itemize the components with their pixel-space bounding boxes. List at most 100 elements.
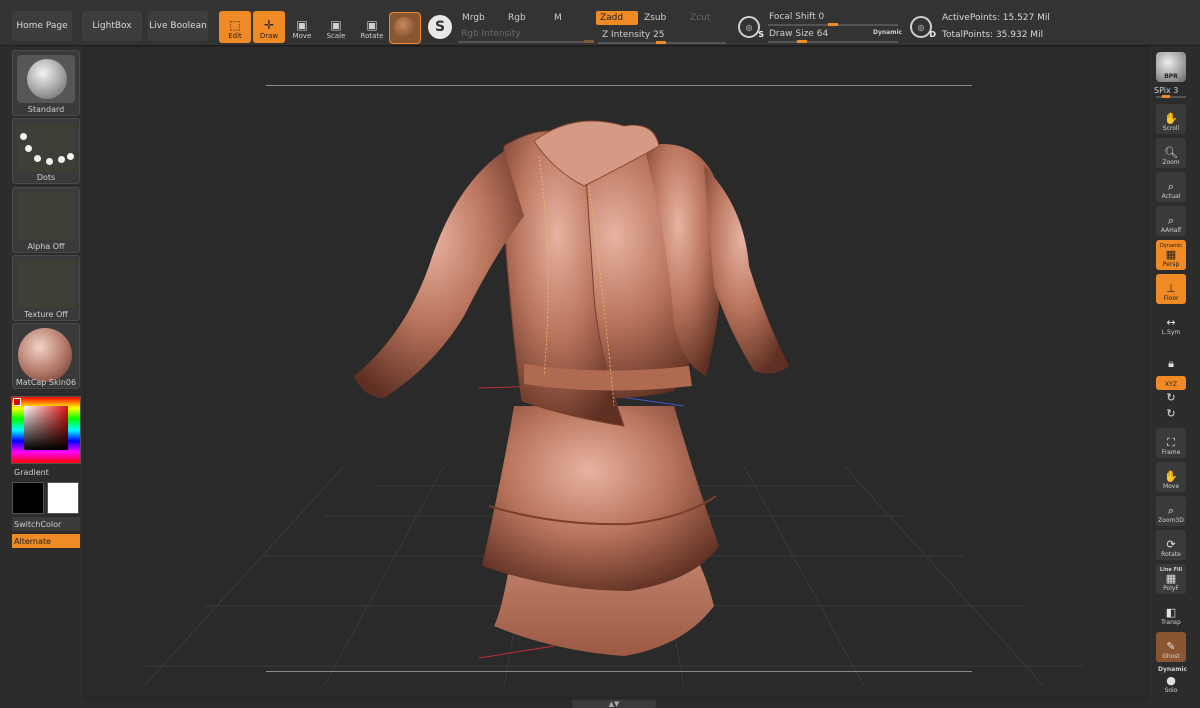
dynamic-toggle[interactable]: Dynamic xyxy=(873,29,902,36)
texture-label: Texture Off xyxy=(24,310,68,319)
move-button[interactable]: ▣ Move xyxy=(286,11,318,43)
material-sphere-icon xyxy=(394,17,416,39)
texture-thumb[interactable]: Texture Off xyxy=(12,255,80,321)
skirt-upper xyxy=(482,406,719,591)
lsym-button[interactable]: ↔ L.Sym xyxy=(1156,308,1186,338)
rotate-icon: ▣ xyxy=(366,18,378,32)
s-focal-icon[interactable]: ◎ S xyxy=(738,16,764,39)
spix-text: SPix xyxy=(1154,86,1171,95)
material-preview-button[interactable] xyxy=(389,12,421,44)
persp-label: Persp xyxy=(1162,261,1180,268)
rgb-intensity-knob[interactable] xyxy=(584,40,594,43)
stroke-thumb[interactable]: Dots xyxy=(12,118,80,184)
matcap-sphere-icon xyxy=(17,328,75,382)
live-boolean-button[interactable]: Live Boolean xyxy=(148,11,208,41)
transp-button[interactable]: ◧ Transp xyxy=(1156,598,1186,628)
gradient-toggle[interactable]: Gradient xyxy=(12,465,80,479)
spix-slider[interactable] xyxy=(1156,96,1186,98)
draw-size-slider[interactable] xyxy=(768,41,898,43)
d-brush-icon[interactable]: ◎ D xyxy=(910,16,936,39)
persp-button[interactable]: Dynamic ▦ Persp xyxy=(1156,240,1186,270)
lightbox-button[interactable]: LightBox xyxy=(82,11,142,41)
solo-button[interactable]: ● Solo xyxy=(1156,674,1186,696)
zadd-toggle[interactable]: Zadd xyxy=(596,11,638,25)
viewport-scene xyxy=(143,120,1084,687)
active-points: ActivePoints: 15.527 Mil xyxy=(942,13,1050,23)
move-hand-icon: ✋ xyxy=(1164,470,1178,483)
floor-button[interactable]: ⊥ Floor xyxy=(1156,274,1186,304)
rotate-view-icon: ⟳ xyxy=(1166,538,1176,551)
material-label: MatCap Skin06 xyxy=(15,378,77,387)
stroke-type-icon[interactable]: S xyxy=(428,15,452,39)
main-color-swatch[interactable] xyxy=(12,482,44,514)
spix-knob[interactable] xyxy=(1162,95,1170,98)
actual-label: Actual xyxy=(1161,193,1181,200)
lsym-label: L.Sym xyxy=(1161,329,1181,336)
left-shelf: Standard Dots Alpha Off Texture Off MatC… xyxy=(0,46,84,708)
polyf-button[interactable]: Line Fill ▦ PolyF xyxy=(1156,564,1186,594)
frame-button[interactable]: ⛶ Frame xyxy=(1156,428,1186,458)
top-toolbar: Home Page LightBox Live Boolean ⬚ Edit ✛… xyxy=(0,0,1200,46)
rgb-intensity-label: Rgb Intensity xyxy=(461,29,521,39)
aahalf-magnifier-icon: ⌕ xyxy=(1167,214,1175,227)
rotate-view-label: Rotate xyxy=(1161,551,1181,558)
secondary-color-swatch[interactable] xyxy=(47,482,79,514)
rotate-view-button[interactable]: ⟳ Rotate xyxy=(1156,530,1186,560)
home-page-button[interactable]: Home Page xyxy=(12,11,72,41)
ghost-button[interactable]: ✎ Ghost xyxy=(1156,632,1186,662)
rotate-label: Rotate xyxy=(360,32,384,40)
rotate-button[interactable]: ▣ Rotate xyxy=(356,11,388,43)
rotate-y-button[interactable]: ↻ xyxy=(1156,392,1186,406)
move-view-label: Move xyxy=(1162,483,1180,490)
zcut-toggle[interactable]: Zcut xyxy=(686,11,726,25)
rgb-intensity-slider[interactable] xyxy=(458,41,594,43)
spix-label: SPix 3 xyxy=(1154,86,1178,95)
z-intensity-value: 25 xyxy=(653,30,665,40)
color-picker[interactable] xyxy=(11,396,81,464)
spix-value: 3 xyxy=(1173,86,1179,95)
solo-icon: ● xyxy=(1166,674,1176,687)
rotate-z-button[interactable]: ↻ xyxy=(1156,408,1186,422)
stroke-label: Dots xyxy=(36,173,56,182)
zoom-button[interactable]: 🔍︎ Zoom xyxy=(1156,138,1186,168)
alpha-thumb[interactable]: Alpha Off xyxy=(12,187,80,253)
aahalf-button[interactable]: ⌕ AAHalf xyxy=(1156,206,1186,236)
rgb-toggle[interactable]: Rgb xyxy=(504,11,550,25)
move-icon: ▣ xyxy=(296,18,308,32)
bpr-label: BPR xyxy=(1164,73,1178,80)
alpha-label: Alpha Off xyxy=(27,242,65,251)
viewport-canvas[interactable] xyxy=(84,46,1148,698)
zoom3d-button[interactable]: ⌕ Zoom3D xyxy=(1156,496,1186,526)
frame-icon: ⛶ xyxy=(1167,436,1175,449)
scroll-button[interactable]: ✋ Scroll xyxy=(1156,104,1186,134)
solo-dynamic-label: Dynamic xyxy=(1158,666,1188,673)
lock-button[interactable]: 🔒︎ xyxy=(1156,342,1186,372)
z-intensity-knob[interactable] xyxy=(656,41,666,44)
brush-thumb[interactable]: Standard xyxy=(12,50,80,116)
sleeve-right xyxy=(704,166,789,374)
focal-shift-knob[interactable] xyxy=(828,23,838,26)
xyz-button[interactable]: XYZ xyxy=(1156,376,1186,390)
color-picker-square[interactable] xyxy=(24,406,68,450)
material-thumb[interactable]: MatCap Skin06 xyxy=(12,323,80,389)
draw-button[interactable]: ✛ Draw xyxy=(253,11,285,43)
switchcolor-button[interactable]: SwitchColor xyxy=(12,517,80,531)
alternate-button[interactable]: Alternate xyxy=(12,534,80,548)
move-view-button[interactable]: ✋ Move xyxy=(1156,462,1186,492)
edit-button[interactable]: ⬚ Edit xyxy=(219,11,251,43)
m-toggle[interactable]: M xyxy=(550,11,592,25)
bottom-tray-handle[interactable]: ▲▼ xyxy=(572,700,656,708)
bpr-button[interactable]: BPR xyxy=(1156,52,1186,82)
scroll-label: Scroll xyxy=(1162,125,1180,132)
actual-button[interactable]: ⌕ Actual xyxy=(1156,172,1186,202)
ghost-icon: ✎ xyxy=(1166,640,1176,653)
scale-button[interactable]: ▣ Scale xyxy=(320,11,352,43)
mrgb-toggle[interactable]: Mrgb xyxy=(458,11,504,25)
draw-size-knob[interactable] xyxy=(797,40,807,43)
zsub-toggle[interactable]: Zsub xyxy=(640,11,684,25)
focal-shift-value: 0 xyxy=(818,12,825,22)
draw-icon: ✛ xyxy=(263,18,275,32)
focal-shift-label: Focal Shift 0 xyxy=(769,12,824,22)
lock-icon: 🔒︎ xyxy=(1168,357,1174,370)
canvas-bottom-guide xyxy=(266,671,972,672)
